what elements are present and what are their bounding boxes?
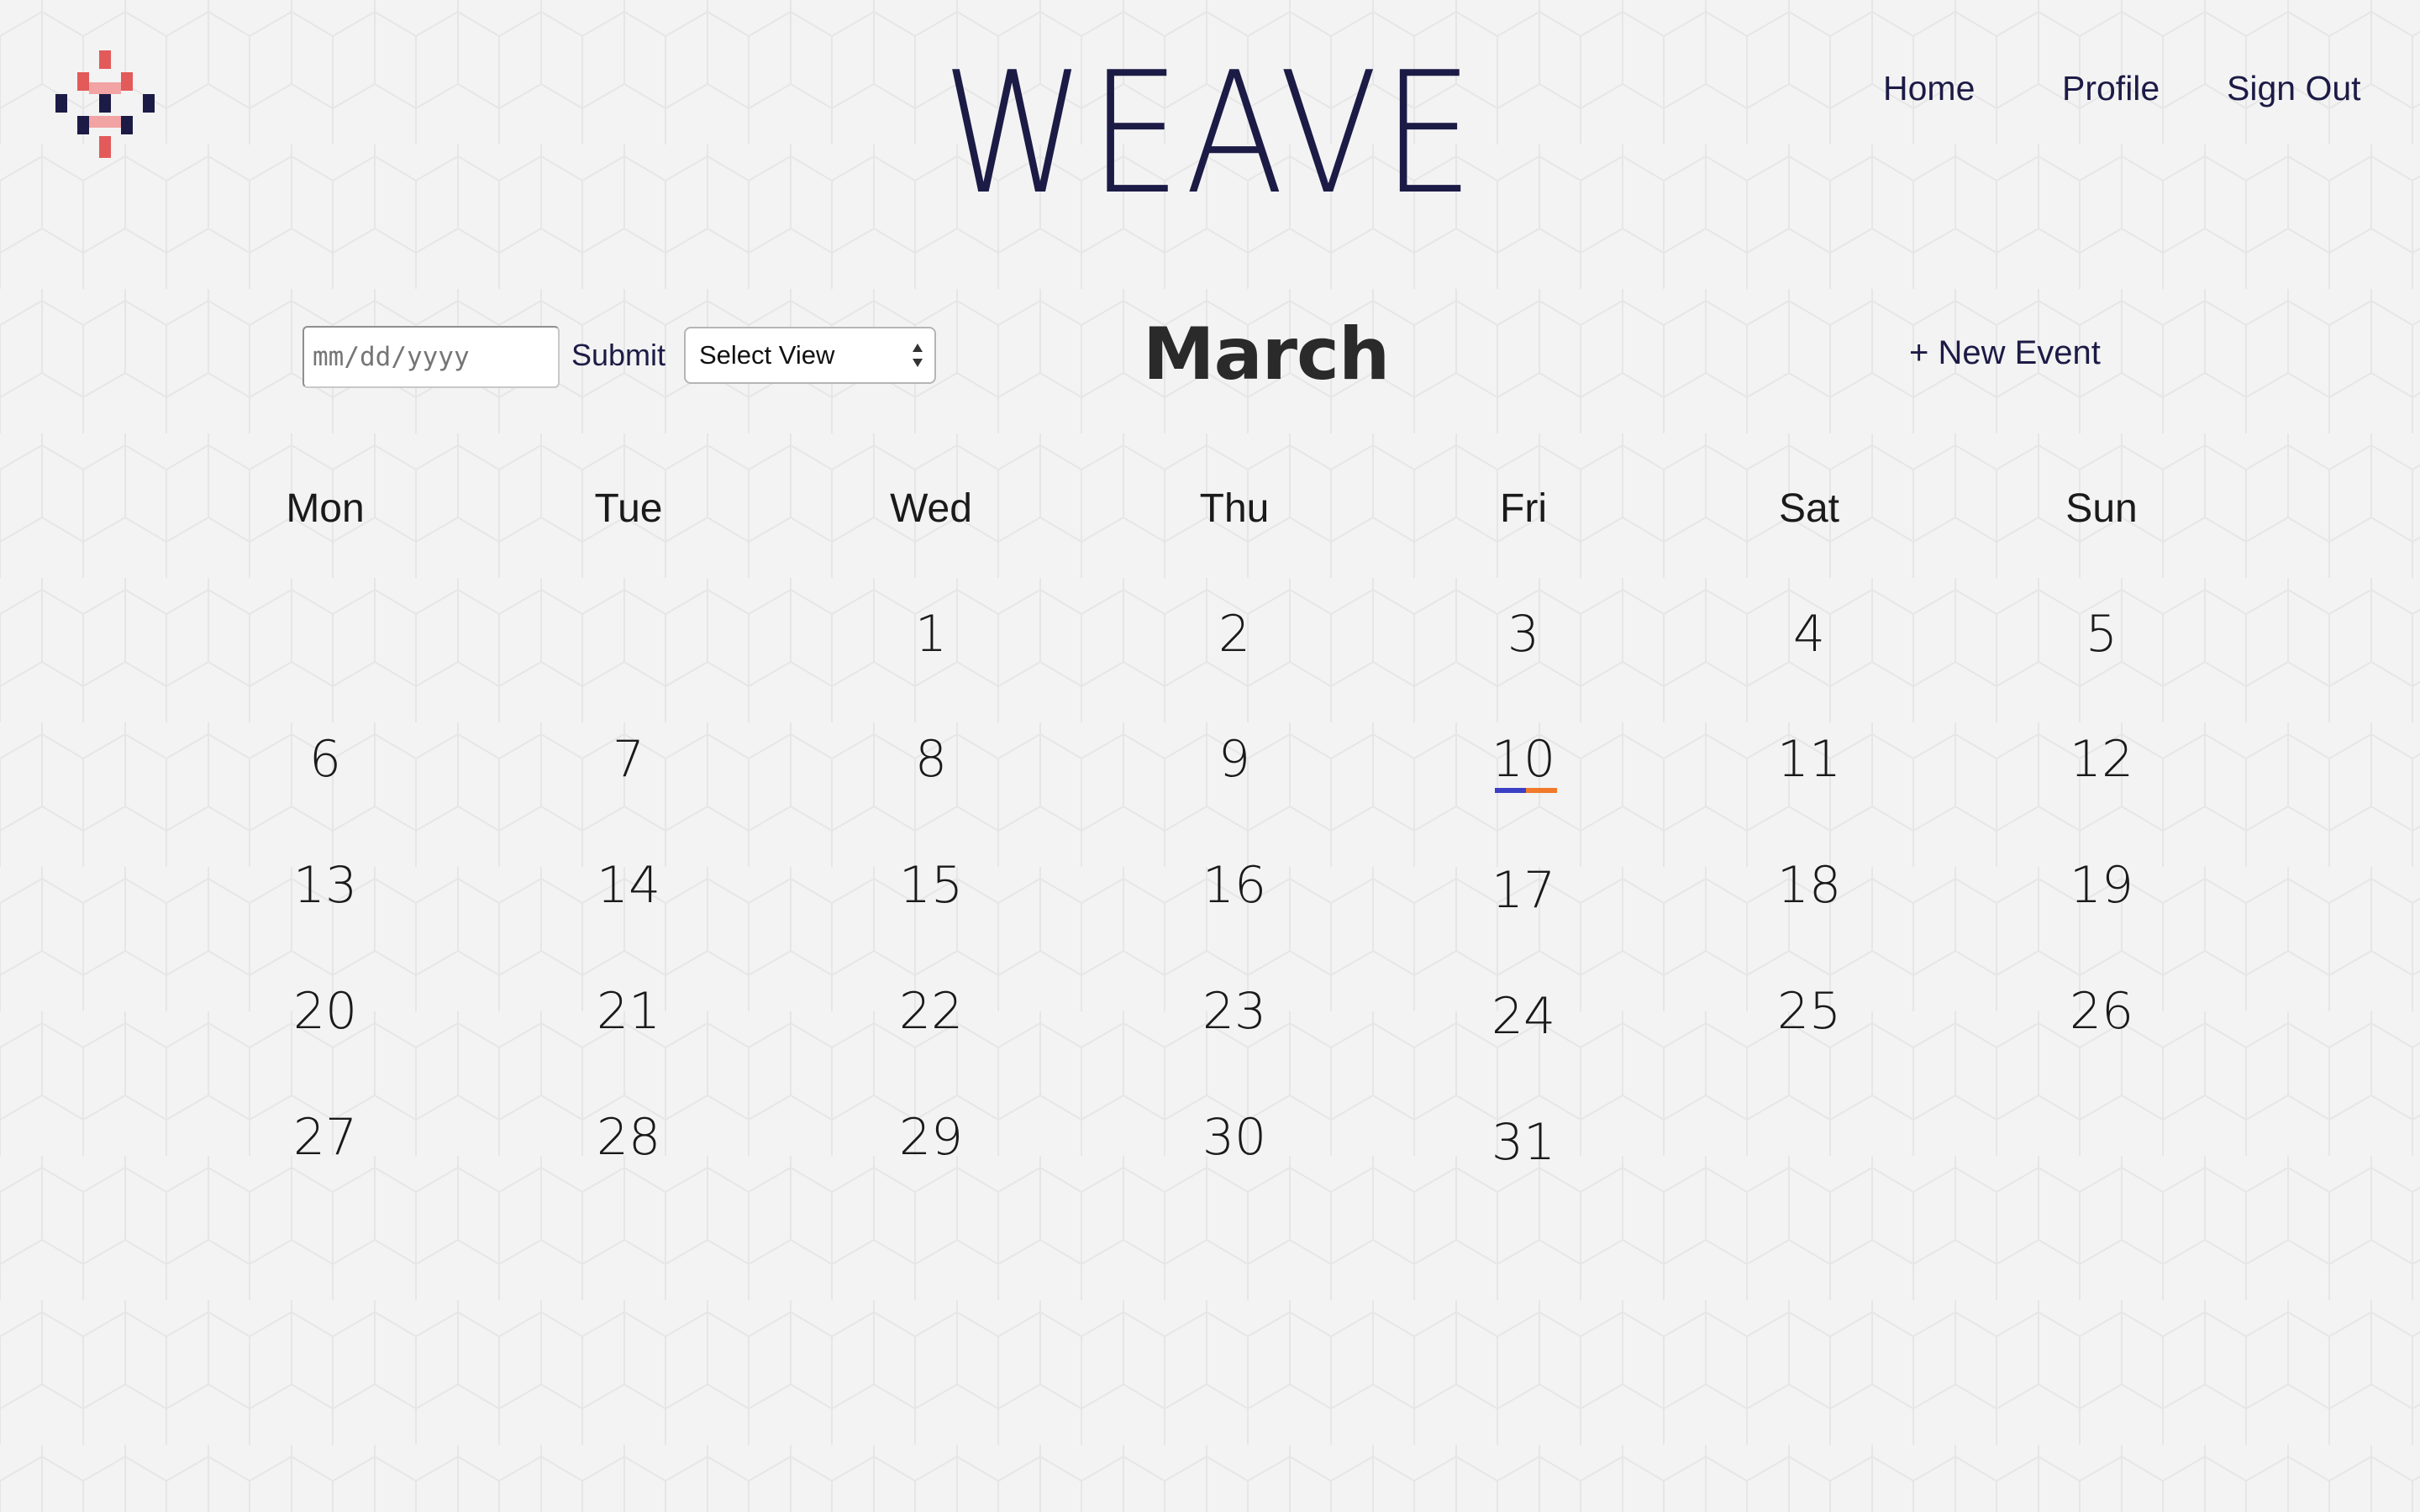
weekday-header: Wed xyxy=(890,486,972,531)
day-cell[interactable]: 15 xyxy=(864,855,998,916)
day-cell[interactable]: 3 xyxy=(1456,604,1591,664)
day-cell[interactable]: 27 xyxy=(258,1107,392,1168)
nav-sign-out-link[interactable]: Sign Out xyxy=(2227,69,2361,108)
day-cell[interactable]: 5 xyxy=(2034,604,2169,664)
day-cell[interactable]: 17 xyxy=(1456,860,1591,921)
event-marker-segment xyxy=(1495,788,1526,793)
day-cell[interactable]: 20 xyxy=(258,981,392,1042)
day-cell[interactable]: 18 xyxy=(1742,855,1876,916)
day-cell[interactable]: 30 xyxy=(1167,1107,1302,1168)
day-cell[interactable]: 11 xyxy=(1742,729,1876,790)
day-cell[interactable]: 7 xyxy=(561,729,696,790)
day-cell[interactable]: 16 xyxy=(1167,855,1302,916)
day-cell[interactable]: 25 xyxy=(1742,981,1876,1042)
day-cell[interactable]: 13 xyxy=(258,855,392,916)
day-cell[interactable]: 6 xyxy=(258,729,392,790)
date-input[interactable] xyxy=(302,326,560,388)
weekday-header: Tue xyxy=(594,486,663,531)
day-cell[interactable]: 14 xyxy=(561,855,696,916)
day-cell[interactable]: 26 xyxy=(2034,981,2169,1042)
weekday-header: Thu xyxy=(1199,486,1270,531)
day-cell[interactable]: 24 xyxy=(1456,986,1591,1047)
nav-profile-link[interactable]: Profile xyxy=(2062,69,2160,108)
event-marker xyxy=(1495,788,1557,793)
submit-button[interactable]: Submit xyxy=(571,338,666,373)
day-cell-with-events[interactable]: 10 xyxy=(1456,729,1591,790)
day-cell[interactable]: 21 xyxy=(561,981,696,1042)
day-cell[interactable]: 8 xyxy=(864,729,998,790)
month-title: March xyxy=(1143,312,1390,396)
select-view-value: Select View xyxy=(699,340,835,370)
day-cell[interactable]: 28 xyxy=(561,1107,696,1168)
day-cell[interactable]: 22 xyxy=(864,981,998,1042)
day-cell[interactable]: 4 xyxy=(1742,604,1876,664)
day-cell[interactable]: 1 xyxy=(864,604,998,664)
weekday-header: Sat xyxy=(1778,486,1840,531)
weave-logo-icon[interactable] xyxy=(47,47,165,165)
weekday-header: Mon xyxy=(286,486,365,531)
day-cell[interactable]: 9 xyxy=(1167,729,1302,790)
day-cell[interactable]: 19 xyxy=(2034,855,2169,916)
updown-arrows-icon xyxy=(913,344,923,367)
day-cell[interactable]: 12 xyxy=(2034,729,2169,790)
nav-home-link[interactable]: Home xyxy=(1883,69,1975,108)
day-cell[interactable]: 2 xyxy=(1167,604,1302,664)
weekday-header: Sun xyxy=(2065,486,2138,531)
weekday-header: Fri xyxy=(1500,486,1547,531)
select-view-dropdown[interactable]: Select View xyxy=(684,327,936,384)
day-cell[interactable]: 31 xyxy=(1456,1112,1591,1173)
new-event-button[interactable]: + New Event xyxy=(1909,334,2101,372)
day-cell[interactable]: 23 xyxy=(1167,981,1302,1042)
event-marker-segment xyxy=(1526,788,1557,793)
day-cell[interactable]: 29 xyxy=(864,1107,998,1168)
